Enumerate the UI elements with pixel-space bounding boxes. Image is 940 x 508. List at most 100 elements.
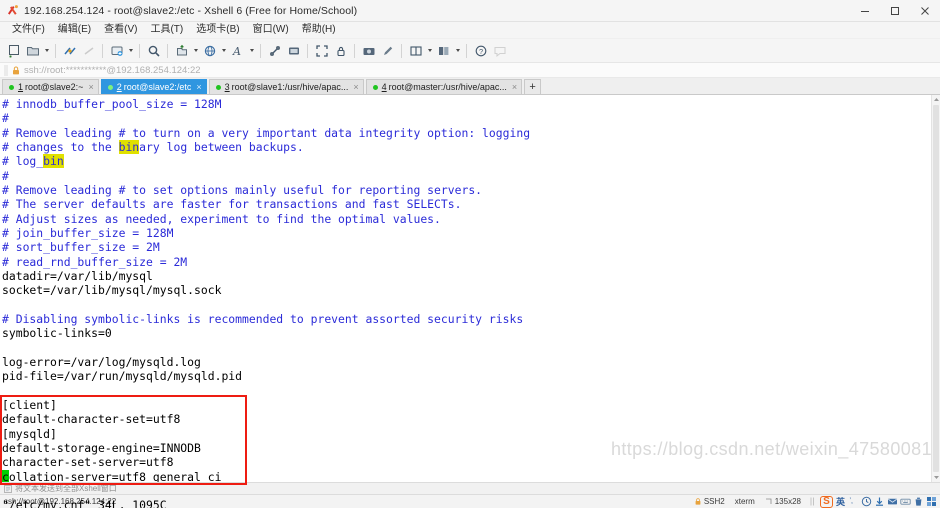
lock-icon[interactable] — [331, 41, 350, 61]
terminal-line: # Remove leading # to turn on a very imp… — [2, 126, 931, 140]
close-button[interactable] — [910, 0, 940, 22]
edit-icon[interactable] — [378, 41, 397, 61]
toolbar-separator — [354, 43, 355, 58]
log-dropdown-icon[interactable] — [126, 41, 135, 61]
terminal-comment-text: # Disabling symbolic-links is recommende… — [2, 311, 524, 326]
new-tab-button[interactable]: + — [524, 79, 542, 94]
terminal-line: character-set-server=utf8 — [2, 455, 931, 469]
session-address-bar[interactable]: ssh://root:***********@192.168.254.124:2… — [0, 63, 940, 78]
terminal-line: log-error=/var/log/mysqld.log — [2, 355, 931, 369]
help-icon[interactable]: ? — [471, 41, 490, 61]
terminal-line — [2, 298, 931, 312]
tab-close-icon[interactable]: × — [196, 82, 201, 92]
layout-icon[interactable] — [434, 41, 453, 61]
open-folder-dropdown-icon[interactable] — [42, 41, 51, 61]
title-bar: 192.168.254.124 - root@slave2:/etc - Xsh… — [0, 0, 940, 22]
reconnect-icon[interactable] — [60, 41, 79, 61]
terminal-plain-text — [2, 341, 9, 355]
log-icon[interactable] — [107, 41, 126, 61]
tab-3-root-slave1-hive[interactable]: 3 root@slave1:/usr/hive/apac... × — [208, 79, 364, 94]
menu-tab[interactable]: 选项卡(B) — [190, 22, 246, 38]
svg-text:?: ? — [478, 47, 482, 56]
menu-edit[interactable]: 编辑(E) — [52, 22, 98, 38]
terminal-plain-text: socket=/var/lib/mysql/mysql.sock — [2, 283, 222, 298]
comment-icon — [490, 41, 509, 61]
tab-status-dot-icon — [107, 84, 113, 90]
terminal-plain-text: character-set-server=utf8 — [2, 455, 174, 470]
maximize-button[interactable] — [880, 0, 910, 22]
tab-2-root-slave2-etc[interactable]: 2 root@slave2:/etc × — [100, 79, 207, 94]
terminal-line — [2, 384, 931, 398]
window-controls — [850, 0, 940, 22]
minimize-button[interactable] — [850, 0, 880, 22]
globe-icon[interactable] — [200, 41, 219, 61]
tab-close-icon[interactable]: × — [353, 82, 358, 92]
terminal-plain-text — [2, 384, 9, 398]
toolbar-separator — [307, 43, 308, 58]
tab-1-root-slave2-home[interactable]: 1 root@slave2:~ × — [2, 79, 99, 94]
terminal-line: # — [2, 169, 931, 183]
terminal-plain-text: ollation-server=utf8_general_ci — [8, 469, 222, 482]
compose-icon[interactable] — [284, 41, 303, 61]
toolbar-separator — [55, 43, 56, 58]
scroll-down-icon[interactable] — [932, 473, 940, 482]
font-icon[interactable]: A — [228, 41, 247, 61]
split-icon[interactable] — [406, 41, 425, 61]
menu-tools[interactable]: 工具(T) — [144, 22, 190, 38]
scroll-up-icon[interactable] — [932, 95, 940, 104]
layout-dropdown-icon[interactable] — [453, 41, 462, 61]
split-dropdown-icon[interactable] — [425, 41, 434, 61]
disconnect-icon — [79, 41, 98, 61]
terminal-plain-text: datadir=/var/lib/mysql — [2, 268, 153, 283]
toolbar-separator — [260, 43, 261, 58]
tab-status-dot-icon — [215, 84, 221, 90]
terminal-comment-text: # The server defaults are faster for tra… — [2, 197, 462, 212]
lock-icon — [12, 66, 20, 75]
menu-help[interactable]: 帮助(H) — [296, 22, 343, 38]
toolbar-separator — [102, 43, 103, 58]
fullscreen-icon[interactable] — [312, 41, 331, 61]
globe-dropdown-icon[interactable] — [219, 41, 228, 61]
terminal-comment-text: # sort_buffer_size = 2M — [2, 240, 160, 255]
find-icon[interactable] — [144, 41, 163, 61]
terminal-line: # The server defaults are faster for tra… — [2, 197, 931, 211]
font-dropdown-icon[interactable] — [247, 41, 256, 61]
menu-file[interactable]: 文件(F) — [6, 22, 52, 38]
search-highlight: bin — [118, 139, 140, 154]
new-session-icon[interactable] — [4, 41, 23, 61]
terminal-comment-text: # innodb_buffer_pool_size = 128M — [2, 97, 222, 111]
menu-window[interactable]: 窗口(W) — [247, 22, 296, 38]
session-url[interactable]: ssh://root:***********@192.168.254.124:2… — [24, 65, 201, 76]
menu-view[interactable]: 查看(V) — [98, 22, 144, 38]
terminal-line: default-character-set=utf8 — [2, 412, 931, 426]
tab-4-root-master-hive[interactable]: 4 root@master:/usr/hive/apac... × — [365, 79, 523, 94]
tab-index: 1 — [18, 82, 24, 92]
tab-label: root@slave2:/etc — [123, 82, 192, 92]
link-icon[interactable] — [265, 41, 284, 61]
svg-text:A: A — [232, 45, 241, 58]
terminal-comment-text: # Adjust sizes as needed, experiment to … — [2, 211, 441, 226]
terminal-line: # Remove leading # to set options mainly… — [2, 183, 931, 197]
transfer-file-icon[interactable] — [172, 41, 191, 61]
terminal-line: # Adjust sizes as needed, experiment to … — [2, 212, 931, 226]
scrollbar-thumb[interactable] — [933, 105, 939, 472]
terminal-line: # log_bin — [2, 154, 931, 169]
transfer-dropdown-icon[interactable] — [191, 41, 200, 61]
terminal-comment-text: # log_ — [2, 154, 44, 169]
terminal-plain-text: log-error=/var/log/mysqld.log — [2, 354, 201, 369]
tab-close-icon[interactable]: × — [88, 82, 93, 92]
xshell-window: 192.168.254.124 - root@slave2:/etc - Xsh… — [0, 0, 940, 508]
terminal-line: # sort_buffer_size = 2M — [2, 240, 931, 254]
open-folder-icon[interactable] — [23, 41, 42, 61]
terminal-line: socket=/var/lib/mysql/mysql.sock — [2, 283, 931, 297]
terminal-plain-text: [mysqld] — [2, 426, 57, 441]
terminal-output[interactable]: # innodb_buffer_pool_size = 128M # # Remov… — [0, 95, 931, 482]
vim-file-info: "/etc/my.cnf" 34L, 1095C — [2, 498, 167, 508]
screenshot-icon[interactable] — [359, 41, 378, 61]
tab-close-icon[interactable]: × — [512, 82, 517, 92]
terminal-line: # — [2, 111, 931, 125]
terminal-comment-text: # read_rnd_buffer_size = 2M — [2, 254, 188, 269]
terminal-line: datadir=/var/lib/mysql — [2, 269, 931, 283]
terminal-scrollbar[interactable] — [931, 95, 940, 482]
terminal-comment-text: # — [2, 168, 9, 183]
